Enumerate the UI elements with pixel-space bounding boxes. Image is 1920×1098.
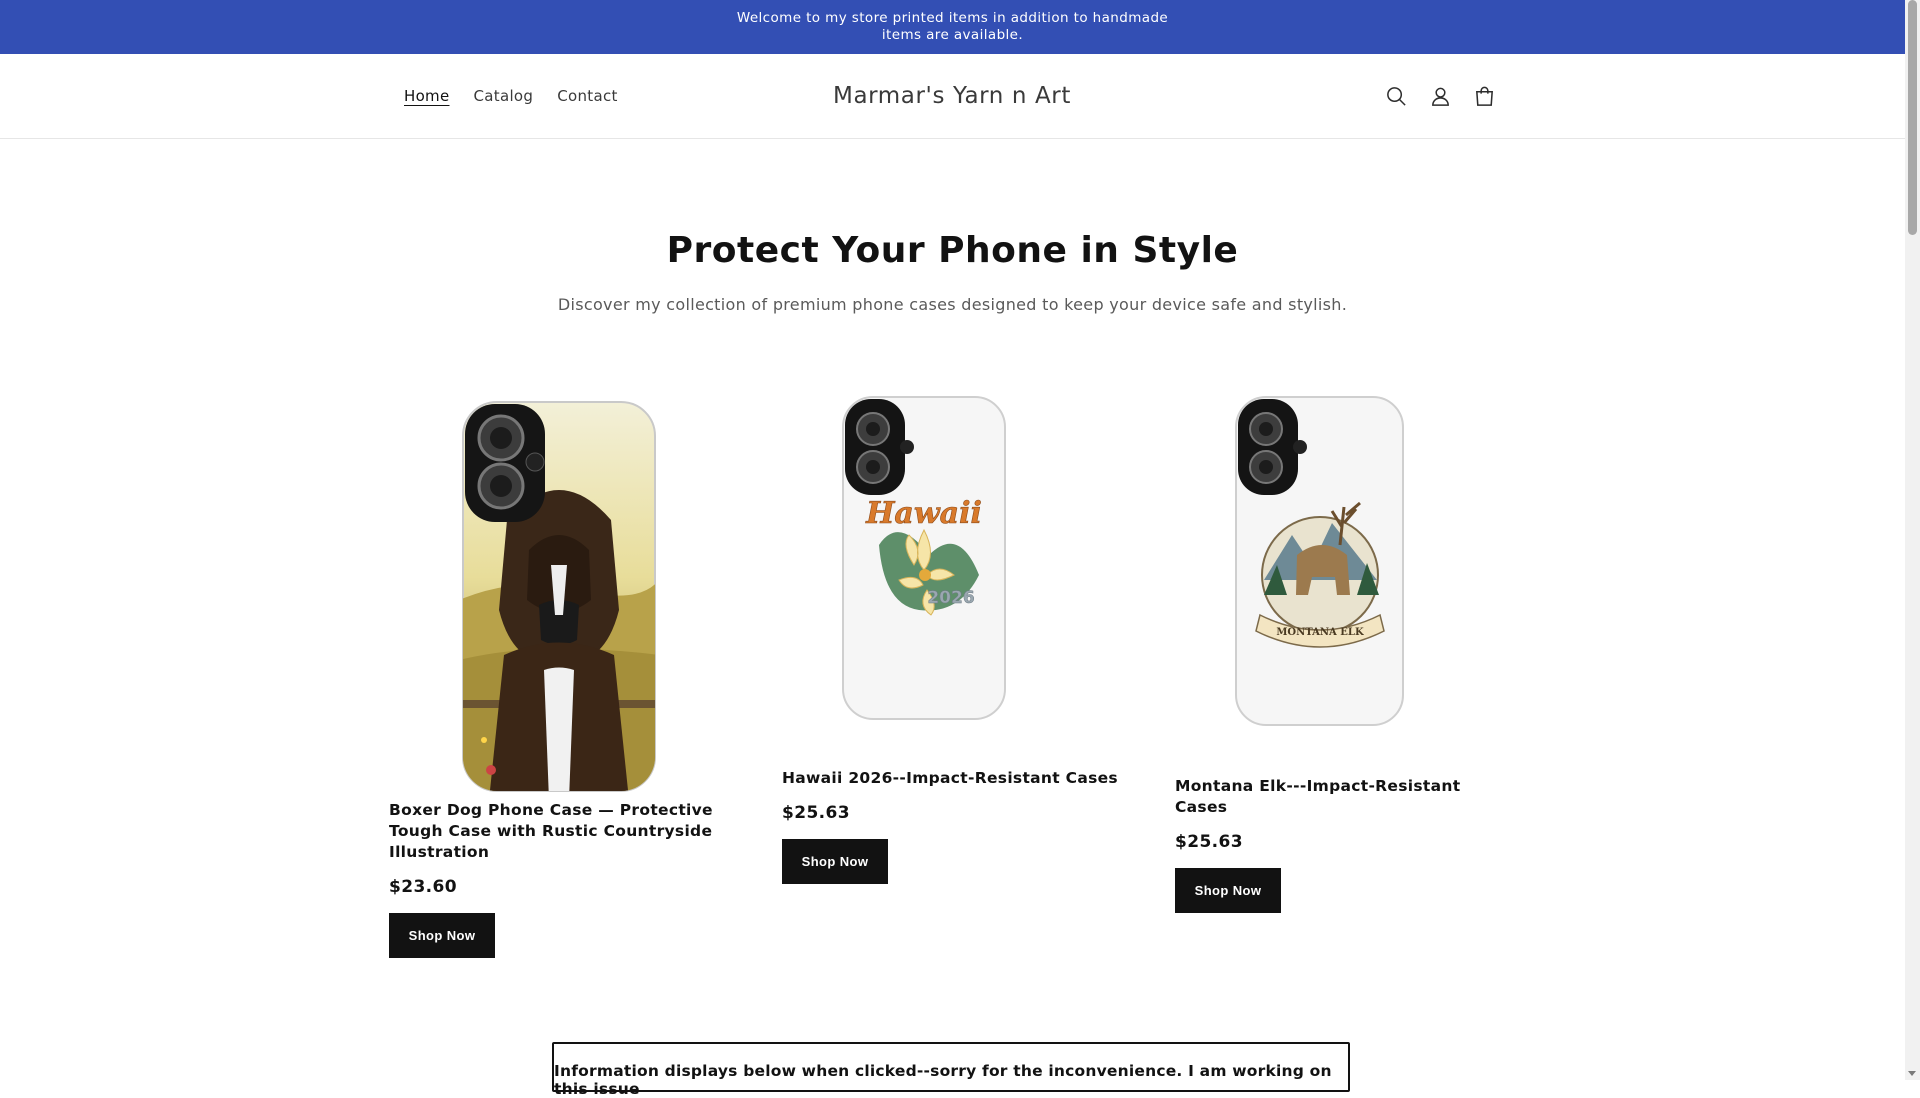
cart-icon [1475, 86, 1493, 106]
nav-catalog[interactable]: Catalog [462, 87, 546, 105]
boxer-phone-case-image [462, 401, 656, 792]
hawaii-art-year: 2026 [927, 588, 974, 608]
store-logo[interactable]: Marmar's Yarn n Art [752, 54, 1152, 138]
product-title[interactable]: Hawaii 2026--Impact-Resistant Cases [782, 768, 1122, 789]
search-button[interactable] [1374, 74, 1418, 118]
hawaii-art-text: Hawaii [865, 496, 982, 531]
hero-title: Protect Your Phone in Style [666, 230, 1239, 271]
shop-now-button[interactable]: Shop Now [389, 913, 495, 958]
cart-button[interactable] [1462, 74, 1506, 118]
search-icon [1386, 86, 1406, 106]
elk-phone-case-image: MONTANA ELK [1235, 396, 1404, 726]
product-card-hawaii[interactable]: Hawaii 2026 Hawaii 2026--Impact-Resistan… [782, 395, 1122, 884]
main-nav: Home Catalog Contact [392, 54, 630, 138]
product-card-elk[interactable]: MONTANA ELK Montana Elk---Impact-Resista… [1175, 395, 1515, 913]
shop-now-button[interactable]: Shop Now [782, 839, 888, 884]
hero-section: Protect Your Phone in Style Discover my … [0, 230, 1905, 314]
product-title[interactable]: Montana Elk---Impact-Resistant Cases [1175, 776, 1515, 818]
notice-text: Information displays below when clicked-… [554, 1062, 1332, 1098]
announcement-bar: Welcome to my store printed items in add… [0, 0, 1905, 54]
scroll-down-arrow-icon[interactable] [1908, 1071, 1916, 1076]
product-card-boxer[interactable]: Boxer Dog Phone Case — Protective Tough … [389, 395, 729, 958]
product-image-boxer[interactable] [389, 395, 729, 800]
nav-contact[interactable]: Contact [545, 87, 629, 105]
scrollbar-thumb[interactable] [1908, 0, 1917, 235]
elk-art-text: MONTANA ELK [1276, 627, 1364, 638]
notice-box: Information displays below when clicked-… [552, 1042, 1350, 1098]
page-scrollbar[interactable] [1905, 0, 1920, 1080]
site-header: Home Catalog Contact Marmar's Yarn n Art [0, 54, 1905, 139]
product-price: $25.63 [782, 803, 851, 823]
account-icon [1431, 87, 1449, 106]
account-button[interactable] [1418, 74, 1462, 118]
header-icons [1374, 54, 1506, 138]
hawaii-phone-case-image: Hawaii 2026 [842, 396, 1006, 720]
shop-now-button[interactable]: Shop Now [1175, 868, 1281, 913]
product-title[interactable]: Boxer Dog Phone Case — Protective Tough … [389, 800, 729, 863]
hero-subtitle: Discover my collection of premium phone … [557, 295, 1348, 314]
nav-home[interactable]: Home [392, 87, 462, 105]
announcement-text: Welcome to my store printed items in add… [736, 10, 1169, 43]
product-image-elk[interactable]: MONTANA ELK [1175, 395, 1515, 776]
product-price: $23.60 [389, 877, 458, 897]
product-price: $25.63 [1175, 832, 1244, 852]
product-image-hawaii[interactable]: Hawaii 2026 [782, 395, 1122, 768]
